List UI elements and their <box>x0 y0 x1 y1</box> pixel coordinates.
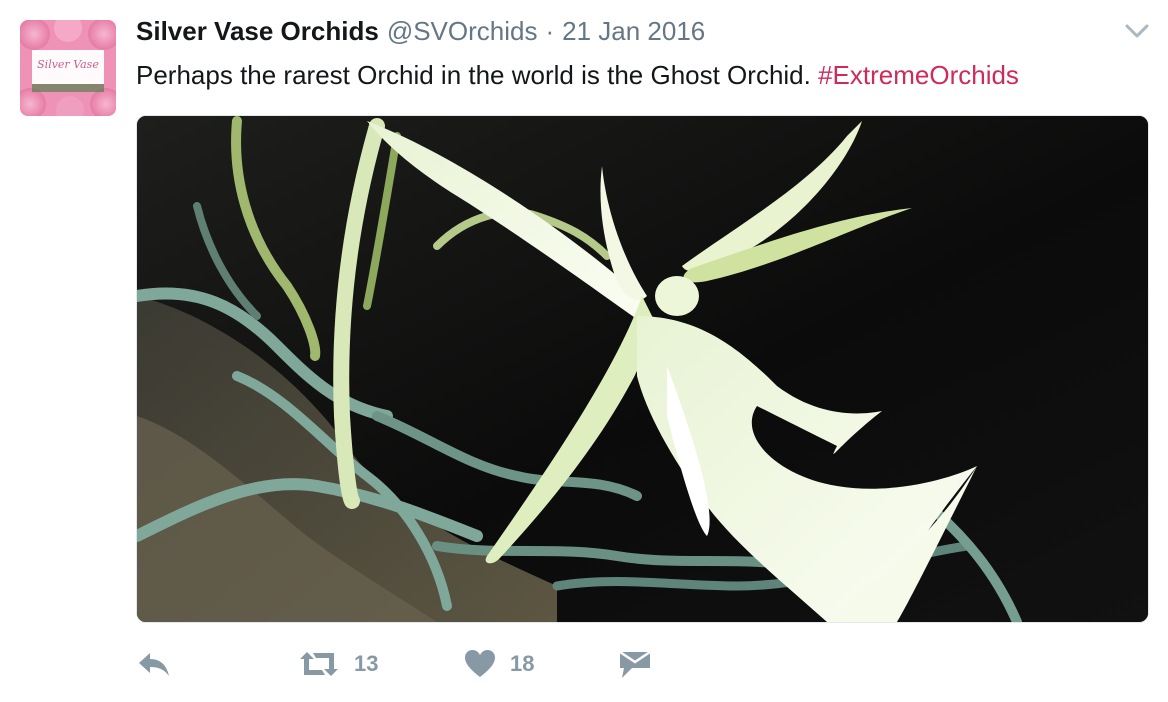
tweet-text: Perhaps the rarest Orchid in the world i… <box>136 58 1019 92</box>
avatar[interactable]: Silver Vase <box>20 20 116 116</box>
heart-icon <box>465 650 495 677</box>
tweet-header: Silver Vase Orchids @SVOrchids · 21 Jan … <box>136 16 705 56</box>
envelope-icon <box>619 650 651 678</box>
retweet-count: 13 <box>354 651 379 676</box>
tweet-actions: 13 18 <box>136 644 1136 684</box>
chevron-down-icon[interactable] <box>1124 22 1150 40</box>
ghost-orchid-photo <box>137 116 1148 622</box>
like-button[interactable]: 18 <box>464 644 534 684</box>
author-handle[interactable]: @SVOrchids <box>387 16 538 47</box>
author-name[interactable]: Silver Vase Orchids <box>136 16 379 47</box>
tweet-media[interactable] <box>136 115 1149 623</box>
avatar-logo-text: Silver Vase <box>37 58 99 71</box>
reply-button[interactable] <box>136 644 172 684</box>
retweet-button[interactable]: 13 <box>298 644 378 684</box>
header-separator: · <box>545 16 555 46</box>
tweet-body: Perhaps the rarest Orchid in the world i… <box>136 60 811 90</box>
tweet-date[interactable]: 21 Jan 2016 <box>562 16 705 47</box>
hashtag-link[interactable]: #ExtremeOrchids <box>818 60 1019 90</box>
direct-message-button[interactable] <box>618 644 652 684</box>
reply-icon <box>139 653 169 676</box>
like-count: 18 <box>510 651 535 676</box>
retweet-icon <box>300 652 338 676</box>
